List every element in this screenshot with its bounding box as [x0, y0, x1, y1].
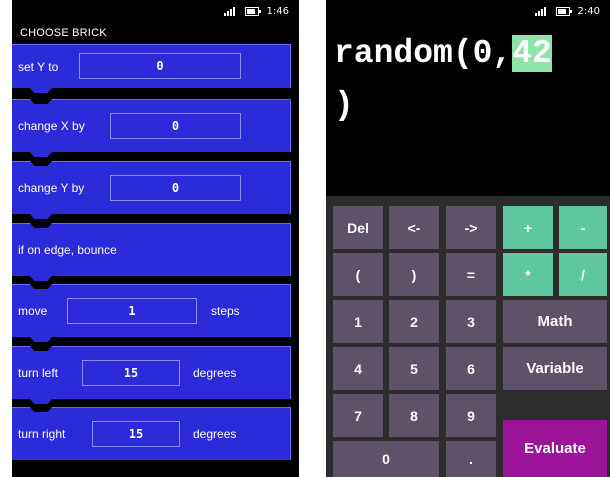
left-paren-key[interactable]: ( — [333, 253, 383, 296]
formula-selection[interactable]: 42 — [512, 35, 552, 72]
math-button[interactable]: Math — [503, 300, 607, 343]
formula-text-end: ) — [334, 87, 354, 124]
status-bar: 2:40 — [534, 6, 600, 17]
brick-bounce[interactable]: if on edge, bounce — [12, 223, 291, 281]
brick-label: move — [18, 304, 48, 318]
battery-icon — [555, 7, 572, 16]
brick-value-input[interactable]: 15 — [82, 360, 180, 386]
brick-change-y[interactable]: change Y by 0 — [12, 161, 291, 219]
cursor-left-key[interactable]: <- — [389, 206, 439, 249]
brick-set-y[interactable]: set Y to 0 — [12, 44, 291, 93]
delete-key[interactable]: Del — [333, 206, 383, 249]
divide-key[interactable]: / — [559, 253, 607, 296]
choose-brick-screen: 1:46 CHOOSE BRICK set Y to 0 change X by… — [12, 0, 299, 477]
brick-label: turn left — [18, 366, 59, 380]
digit-9-key[interactable]: 9 — [446, 394, 496, 437]
digit-7-key[interactable]: 7 — [333, 394, 383, 437]
brick-label: change X by — [18, 119, 85, 133]
brick-label: set Y to — [18, 59, 59, 74]
digit-8-key[interactable]: 8 — [389, 394, 439, 437]
formula-input[interactable]: random(0,42) — [334, 28, 610, 132]
digit-2-key[interactable]: 2 — [389, 300, 439, 343]
digit-6-key[interactable]: 6 — [446, 347, 496, 390]
status-time: 2:40 — [577, 6, 600, 17]
digit-1-key[interactable]: 1 — [333, 300, 383, 343]
signal-icon — [534, 7, 548, 16]
brick-label: change Y by — [18, 181, 85, 195]
decimal-key[interactable]: . — [446, 441, 496, 477]
brick-value-input[interactable]: 0 — [79, 53, 241, 79]
battery-icon — [244, 7, 261, 16]
minus-key[interactable]: - — [559, 206, 607, 249]
evaluate-button[interactable]: Evaluate — [503, 420, 607, 477]
brick-value-input[interactable]: 0 — [110, 113, 241, 139]
signal-icon — [223, 7, 237, 16]
status-time: 1:46 — [266, 6, 289, 17]
brick-value-input[interactable]: 1 — [67, 298, 197, 324]
brick-change-x[interactable]: change X by 0 — [12, 99, 291, 157]
brick-suffix: degrees — [193, 366, 237, 380]
cursor-right-key[interactable]: -> — [446, 206, 496, 249]
multiply-key[interactable]: * — [503, 253, 553, 296]
formula-editor-screen: 2:40 random(0,42) Del <- -> + - ( ) = * … — [326, 0, 610, 477]
digit-4-key[interactable]: 4 — [333, 347, 383, 390]
formula-text: random(0, — [334, 35, 513, 72]
brick-turn-right[interactable]: turn right 15 degrees — [12, 407, 291, 460]
brick-suffix: degrees — [193, 427, 237, 441]
brick-label: if on edge, bounce — [18, 243, 117, 257]
digit-0-key[interactable]: 0 — [333, 441, 439, 477]
plus-key[interactable]: + — [503, 206, 553, 249]
variable-button[interactable]: Variable — [503, 347, 607, 390]
digit-3-key[interactable]: 3 — [446, 300, 496, 343]
brick-move[interactable]: move 1 steps — [12, 284, 291, 342]
right-paren-key[interactable]: ) — [389, 253, 439, 296]
status-bar: 1:46 — [223, 6, 289, 17]
brick-value-input[interactable]: 0 — [110, 175, 241, 201]
digit-5-key[interactable]: 5 — [389, 347, 439, 390]
brick-turn-left[interactable]: turn left 15 degrees — [12, 346, 291, 404]
page-title: CHOOSE BRICK — [20, 27, 107, 39]
equals-key[interactable]: = — [446, 253, 496, 296]
brick-suffix: steps — [211, 304, 240, 318]
brick-label: turn right — [18, 427, 66, 441]
brick-value-input[interactable]: 15 — [92, 421, 180, 447]
